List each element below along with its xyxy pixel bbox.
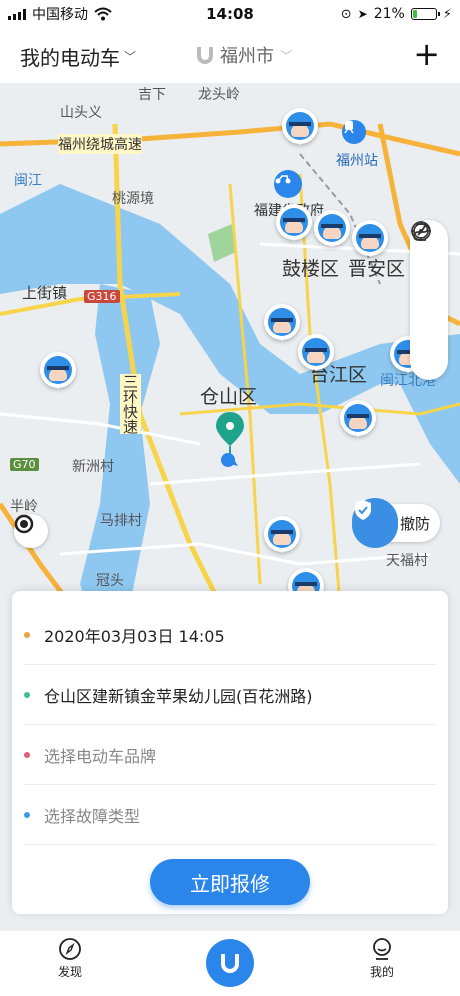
fault-placeholder: 选择故障类型	[44, 806, 141, 826]
map-label: 吉下	[138, 87, 166, 103]
add-button[interactable]: +	[413, 36, 440, 72]
map-tools	[410, 220, 448, 380]
city-selector[interactable]: 福州市 ﹀	[196, 42, 292, 68]
location-dot	[24, 691, 30, 698]
compass-icon	[411, 221, 431, 241]
route-tool-button[interactable]	[413, 223, 441, 312]
tab-discover-label: 发现	[57, 965, 82, 979]
chevron-down-icon: ﹀	[124, 50, 137, 64]
map-label: 马排村	[100, 513, 142, 529]
map-label: 仓山区	[200, 386, 258, 408]
park	[208, 224, 236, 262]
map-label: 三环快速	[120, 374, 141, 434]
submit-repair-button[interactable]: 立即报修	[150, 859, 310, 905]
rider-avatar[interactable]	[298, 334, 334, 371]
my-location-button[interactable]	[14, 514, 48, 548]
map-label: 龙头岭	[198, 87, 240, 103]
map-label: 桃源境	[112, 191, 154, 207]
map-label: 福州绕城高速	[58, 134, 142, 154]
rider-avatar[interactable]	[352, 220, 388, 257]
brand-dot	[24, 751, 30, 758]
chevron-down-icon: ﹀	[280, 48, 293, 63]
status-bar: 中国移动 14:08 ⊙ ➤ 21% ⚡	[0, 0, 460, 28]
tab-discover[interactable]: 发现	[30, 937, 110, 980]
orientation-lock-icon: ⊙	[340, 6, 352, 22]
vehicle-selector[interactable]: 我的电动车 ﹀	[20, 42, 136, 71]
top-nav: 我的电动车 ﹀ 福州市 ﹀ +	[0, 28, 460, 84]
road-f	[0, 412, 201, 446]
screen: 中国移动 14:08 ⊙ ➤ 21% ⚡ 我的电动车 ﹀ 福州市 ﹀ + 山头义…	[0, 0, 460, 996]
river-east	[400, 374, 460, 484]
rider-avatar[interactable]	[282, 108, 318, 145]
map-label: 半岭	[10, 499, 38, 515]
tab-home[interactable]	[206, 939, 254, 987]
guard-toggle[interactable]: 撤防	[352, 498, 442, 550]
compass-tool-button[interactable]	[411, 221, 441, 360]
datetime-dot	[24, 631, 30, 638]
road-d	[149, 462, 421, 486]
brand-logo-icon	[197, 47, 213, 64]
location-arrow-icon: ➤	[357, 7, 368, 21]
rider-avatar[interactable]	[264, 304, 300, 341]
map-label: 福州站	[336, 153, 378, 169]
tab-mine[interactable]: 我的	[342, 937, 422, 980]
battery-percent: 21%	[373, 6, 405, 22]
map-label: 冠头	[96, 573, 124, 589]
brand-placeholder: 选择电动车品牌	[44, 746, 157, 766]
station-marker[interactable]	[342, 120, 366, 144]
battery-icon	[410, 8, 440, 20]
map-label: 上街镇	[22, 284, 68, 302]
map-label: 山头义	[60, 105, 102, 121]
map-label: 天福村	[386, 553, 428, 569]
rider-avatar[interactable]	[40, 352, 76, 389]
highway-badge: G70	[10, 458, 39, 471]
rider-avatar[interactable]	[314, 210, 350, 247]
shield-icon	[352, 498, 398, 548]
repair-form-card: 2020年03月03日 14:05 仓山区建新镇金苹果幼儿园(百花洲路) 选择电…	[12, 591, 448, 914]
rider-avatar[interactable]	[276, 204, 312, 241]
fault-select[interactable]: 选择故障类型	[24, 785, 436, 845]
guard-label: 撤防	[400, 515, 431, 533]
charging-icon: ⚡	[442, 6, 452, 22]
highway-badge: G316	[84, 290, 120, 303]
user-icon	[373, 938, 391, 960]
location-value: 仓山区建新镇金苹果幼儿园(百花洲路)	[44, 686, 313, 706]
scooter-marker[interactable]	[274, 170, 302, 198]
scooter-icon	[275, 175, 291, 184]
vehicle-selector-label: 我的电动车	[20, 46, 120, 70]
brand-select[interactable]: 选择电动车品牌	[24, 725, 436, 785]
locate-tool-button[interactable]	[411, 221, 441, 264]
compass-icon	[59, 938, 81, 960]
rider-avatar[interactable]	[340, 400, 376, 437]
map-label: 晋安区	[348, 258, 406, 280]
map-label: 新洲村	[72, 459, 114, 475]
train-icon	[344, 121, 354, 134]
datetime-field[interactable]: 2020年03月03日 14:05	[24, 605, 436, 665]
map-label: 闽江	[14, 173, 42, 189]
target-icon	[14, 514, 34, 534]
rider-avatar[interactable]	[264, 516, 300, 553]
city-label: 福州市	[220, 46, 274, 67]
brand-logo-icon	[221, 954, 239, 973]
tab-mine-label: 我的	[369, 965, 394, 979]
fault-dot	[24, 811, 30, 818]
location-field[interactable]: 仓山区建新镇金苹果幼儿园(百花洲路)	[24, 665, 436, 725]
bottom-tab-bar: 发现 我的	[0, 930, 460, 996]
map-label: 鼓楼区	[282, 258, 340, 280]
datetime-value: 2020年03月03日 14:05	[44, 626, 225, 646]
